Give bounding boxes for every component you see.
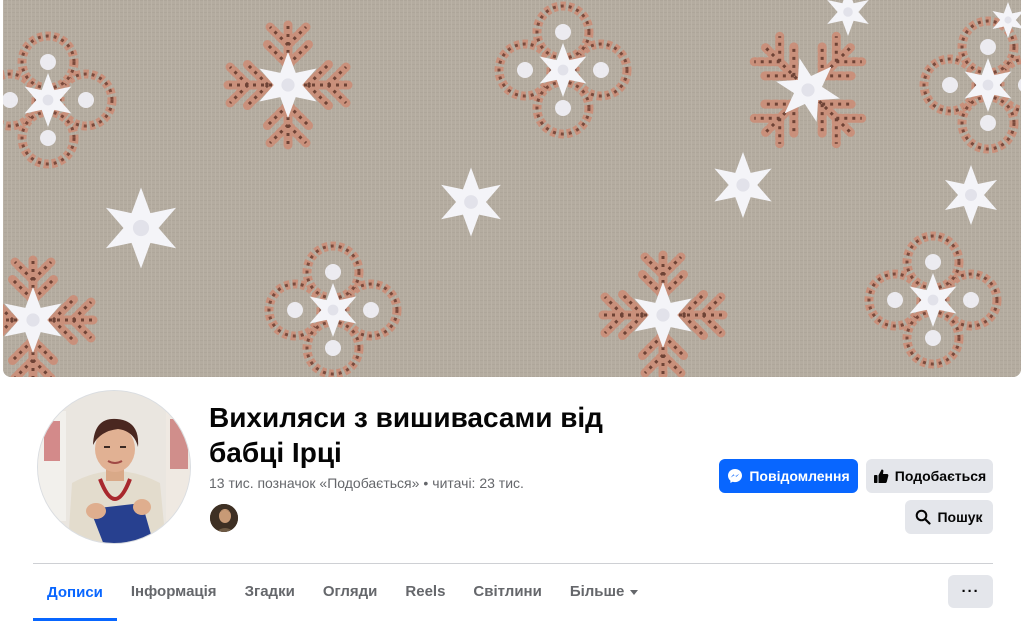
search-icon (915, 509, 932, 525)
profile-picture[interactable] (33, 386, 195, 548)
tab-reviews[interactable]: Огляди (309, 564, 392, 619)
messenger-icon (727, 468, 743, 484)
caret-down-icon (630, 589, 639, 595)
thumbs-up-icon (873, 468, 889, 484)
stats-separator: • (423, 475, 429, 491)
tab-posts[interactable]: Дописи (33, 564, 117, 621)
message-button-label: Повідомлення (749, 468, 850, 484)
page-title: Вихиляси з вишивасами від бабці Ірці (209, 402, 603, 468)
follower-avatar[interactable] (209, 503, 239, 533)
like-page-button[interactable]: Подобається (866, 459, 993, 493)
search-button-label: Пошук (937, 509, 983, 525)
tab-about[interactable]: Інформація (117, 564, 231, 619)
tab-mentions[interactable]: Згадки (231, 564, 309, 619)
page-stats: 13 тис. позначок «Подобається» • читачі: 2… (209, 475, 524, 491)
tab-reels[interactable]: Reels (391, 564, 459, 619)
search-button[interactable]: Пошук (905, 500, 993, 534)
likes-count-link[interactable]: 13 тис. позначок «Подобається» (209, 475, 419, 491)
more-options-button[interactable]: ··· (948, 575, 993, 608)
cover-photo[interactable] (3, 0, 1021, 377)
like-button-label: Подобається (894, 468, 987, 484)
followers-count-link[interactable]: читачі: 23 тис. (432, 475, 524, 491)
tab-more-label: Більше (569, 583, 625, 600)
more-options-label: ··· (961, 583, 980, 600)
page-tabs: Дописи Інформація Згадки Огляди Reels Св… (33, 564, 652, 621)
message-button[interactable]: Повідомлення (719, 459, 858, 493)
tab-photos[interactable]: Світлини (459, 564, 555, 619)
tab-more[interactable]: Більше (556, 564, 653, 619)
